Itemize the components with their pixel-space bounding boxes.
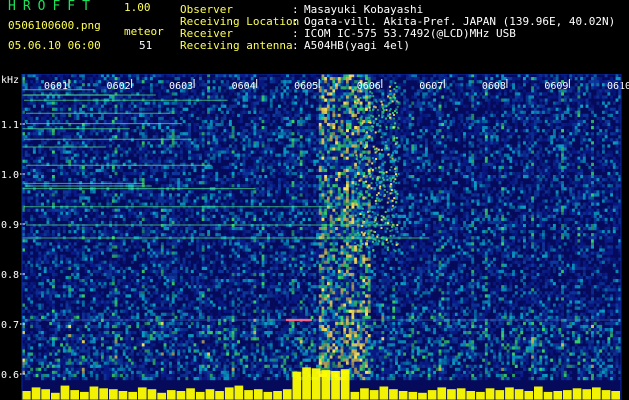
file-name: 0506100600.png [8, 19, 101, 32]
spectrogram-svg: kHz 1.1 1.0 0.9 0.8 0.7 0.6 0601 0602 0603 0604 060… [0, 74, 629, 400]
time-label: 0610 [607, 81, 629, 92]
y-tick-label: 0.8 [1, 270, 19, 281]
antenna-colon: : [292, 39, 299, 52]
time-label: 0606 [357, 81, 381, 92]
time-label: 0605 [294, 81, 318, 92]
y-tick-label: 0.6 [1, 370, 19, 381]
meteor-count: 51 [139, 39, 153, 52]
header: HROFFT 1.00 0506100600.png meteor 05.06.… [0, 0, 629, 74]
timestamp: 05.06.10 06:00 [8, 39, 101, 52]
y-tick-label: 1.0 [1, 170, 19, 181]
spectrogram-panel: kHz 1.1 1.0 0.9 0.8 0.7 0.6 0601 0602 0603 0604 060… [0, 74, 629, 400]
antenna-value: A504HB(yagi 4el) [304, 39, 410, 52]
time-label: 0604 [232, 81, 256, 92]
time-label: 0609 [544, 81, 568, 92]
y-tick-label: 0.7 [1, 320, 19, 331]
antenna-label: Receiving antenna [180, 39, 293, 52]
app-logo: HROFFT [8, 0, 97, 14]
time-label: 0602 [107, 81, 131, 92]
meteor-label: meteor [124, 25, 164, 38]
y-tick-label: 1.1 [1, 120, 19, 131]
y-axis-label: kHz [1, 75, 19, 86]
time-label: 0607 [419, 81, 443, 92]
noise-field [22, 74, 622, 381]
y-tick-label: 0.9 [1, 220, 19, 231]
app-version: 1.00 [124, 1, 151, 14]
time-label: 0603 [169, 81, 193, 92]
time-label: 0601 [44, 81, 68, 92]
time-label: 0608 [482, 81, 506, 92]
